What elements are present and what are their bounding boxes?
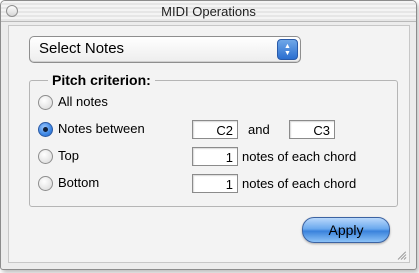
radio-button[interactable] (38, 176, 53, 191)
radio-button[interactable] (38, 122, 53, 137)
popup-arrows-icon: ▲ ▼ (277, 39, 298, 60)
apply-button[interactable]: Apply (302, 217, 390, 243)
bottom-count-field[interactable]: 1 (192, 174, 238, 193)
title-bar[interactable]: MIDI Operations (1, 1, 416, 22)
radio-button[interactable] (38, 95, 53, 110)
between-high-field[interactable]: C3 (289, 120, 335, 139)
radio-button[interactable] (38, 149, 53, 164)
top-count-field[interactable]: 1 (192, 147, 238, 166)
radio-label: Notes between (58, 121, 145, 136)
pitch-criterion-title: Pitch criterion: (48, 72, 155, 88)
resize-grip-icon[interactable] (395, 248, 407, 260)
operation-popup[interactable]: Select Notes ▲ ▼ (29, 36, 301, 63)
radio-label: All notes (58, 94, 108, 109)
radio-label: Bottom (58, 175, 100, 190)
bottom-suffix-label: notes of each chord (242, 176, 357, 191)
radio-label: Top (58, 148, 79, 163)
window-title: MIDI Operations (161, 4, 256, 19)
operation-popup-value: Select Notes (39, 40, 125, 57)
between-low-field[interactable]: C2 (192, 120, 238, 139)
and-label: and (248, 122, 270, 137)
top-suffix-label: notes of each chord (242, 149, 357, 164)
